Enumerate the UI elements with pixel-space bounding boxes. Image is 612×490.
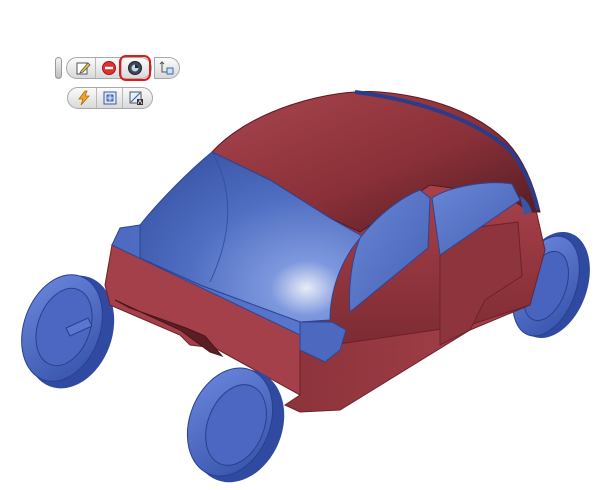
section-view-icon bbox=[129, 91, 143, 105]
edit-sketch-button[interactable] bbox=[70, 58, 96, 78]
stop-icon bbox=[101, 61, 116, 75]
grid-box-icon bbox=[103, 91, 116, 105]
grid-box-button[interactable] bbox=[97, 88, 123, 108]
lightning-button[interactable] bbox=[71, 88, 97, 108]
context-toolbar-row2 bbox=[67, 86, 153, 110]
lightning-icon bbox=[77, 90, 90, 106]
stop-button[interactable] bbox=[96, 58, 122, 78]
display-style-button[interactable] bbox=[119, 55, 151, 81]
view-orientation-button[interactable] bbox=[154, 57, 180, 79]
edit-sketch-icon bbox=[76, 62, 91, 75]
toolbar-group-main bbox=[66, 55, 152, 81]
view-orientation-icon bbox=[159, 61, 174, 75]
display-style-icon bbox=[128, 61, 142, 75]
toolbar-grip-handle[interactable] bbox=[55, 57, 62, 79]
section-view-button[interactable] bbox=[123, 88, 149, 108]
toolbar-group-secondary bbox=[67, 87, 153, 109]
context-toolbar-row1 bbox=[55, 55, 180, 81]
